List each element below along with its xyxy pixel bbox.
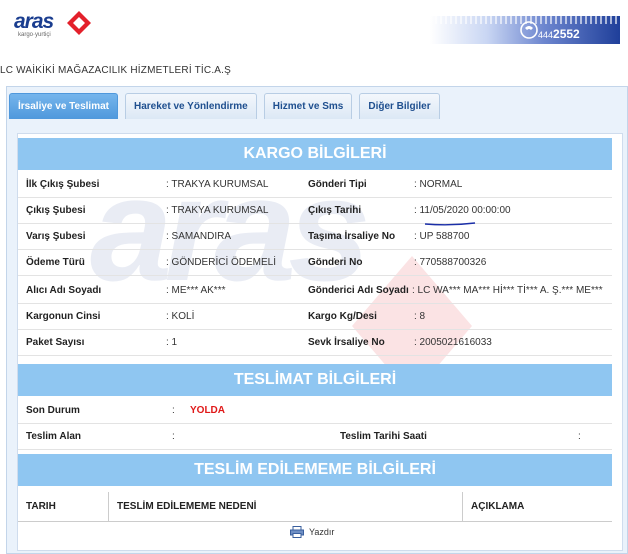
gonderi-no-value: : 770588700326 [414,257,487,268]
son-durum-colon: : [172,405,175,416]
teslim-tarihi-saati-value: : [578,431,581,442]
tab-irsaliye-teslimat[interactable]: İrsaliye ve Teslimat [9,93,118,119]
son-durum-label: Son Durum [26,405,80,416]
edilememe-table-header: TARIH TESLİM EDİLEMEME NEDENİ AÇIKLAMA [18,492,612,522]
cikis-tarihi-label: Çıkış Tarihi [308,205,362,216]
print-label: Yazdır [309,527,335,537]
gonderi-tipi-label: Gönderi Tipi [308,179,367,190]
kargo-kg-desi-label: Kargo Kg/Desi [308,311,377,322]
kargo-row: Paket Sayısı : 1 Sevk İrsaliye No : 2005… [18,330,612,356]
sevk-irsaliye-no-value: : 2005021616033 [414,337,492,348]
logo-subtitle: kargo·yurtiçi [18,32,51,38]
gonderici-adi-value: : LC WA*** MA*** Hİ*** Tİ*** A. Ş.*** ME… [412,285,603,296]
teslimat-row: Son Durum : YOLDA [18,398,612,424]
tab-hizmet-sms[interactable]: Hizmet ve Sms [263,93,353,119]
kargonun-cinsi-value: : KOLİ [166,311,195,322]
company-name: LC WAİKİKİ MAĞAZACILIK HİZMETLERİ TİC.A.… [0,65,232,76]
column-aciklama: AÇIKLAMA [462,492,612,522]
logo-text: aras [14,10,54,33]
varis-subesi-label: Varış Şubesi [26,231,86,242]
odeme-turu-label: Ödeme Türü [26,257,85,268]
logo-mark-icon [67,11,91,35]
gonderi-tipi-value: : NORMAL [414,179,463,190]
phone-banner: 4442552 [430,16,620,44]
kargo-row: İlk Çıkış Şubesi : TRAKYA KURUMSAL Gönde… [18,172,612,198]
teslimat-row: Teslim Alan : Teslim Tarihi Saati : [18,424,612,450]
varis-subesi-value: : SAMANDIRA [166,231,232,242]
cikis-subesi-value: : TRAKYA KURUMSAL [166,205,269,216]
print-button[interactable]: Yazdır [290,526,334,538]
tab-diger-bilgiler[interactable]: Diğer Bilgiler [359,93,440,119]
printer-icon [290,526,304,538]
teslimat-bilgileri-header: TESLİMAT BİLGİLERİ [18,364,612,396]
son-durum-value: YOLDA [190,405,225,416]
paket-sayisi-value: : 1 [166,337,178,348]
teslim-alan-value: : [172,431,175,442]
teslim-tarihi-saati-label: Teslim Tarihi Saati [340,431,427,442]
kargonun-cinsi-label: Kargonun Cinsi [26,311,101,322]
kargo-row: Alıcı Adı Soyadı : ME*** AK*** Gönderici… [18,278,612,304]
kargo-bilgileri-header: KARGO BİLGİLERİ [18,138,612,170]
aras-logo[interactable]: aras kargo·yurtiçi [14,8,104,42]
kargo-row: Kargonun Cinsi : KOLİ Kargo Kg/Desi : 8 [18,304,612,330]
ilk-cikis-subesi-label: İlk Çıkış Şubesi [26,179,100,190]
kargo-row: Çıkış Şubesi : TRAKYA KURUMSAL Çıkış Tar… [18,198,612,224]
phone-number: 4442552 [538,27,580,41]
cikis-subesi-label: Çıkış Şubesi [26,205,86,216]
ilk-cikis-subesi-value: : TRAKYA KURUMSAL [166,179,269,190]
tasima-irsaliye-no-value: : UP 588700 [414,231,470,242]
kargo-row: Varış Şubesi : SAMANDIRA Taşıma İrsaliye… [18,224,612,250]
alici-adi-value: : ME*** AK*** [166,285,226,296]
alici-adi-label: Alıcı Adı Soyadı [26,285,102,296]
column-tarih: TARIH [26,501,56,512]
teslim-edilememe-header: TESLİM EDİLEMEME BİLGİLERİ [18,454,612,486]
gonderici-adi-label: Gönderici Adı Soyadı [308,285,409,296]
column-teslim-edilememe-nedeni: TESLİM EDİLEMEME NEDENİ [108,492,462,522]
tab-hareket-yonlendirme[interactable]: Hareket ve Yönlendirme [124,93,257,119]
teslim-alan-label: Teslim Alan [26,431,82,442]
phone-icon [520,21,538,39]
gonderi-no-label: Gönderi No [308,257,363,268]
paket-sayisi-label: Paket Sayısı [26,337,85,348]
tab-bar: İrsaliye ve Teslimat Hareket ve Yönlendi… [9,93,440,119]
odeme-turu-value: : GÖNDERİCİ ÖDEMELİ [166,257,277,268]
kargo-row: Ödeme Türü : GÖNDERİCİ ÖDEMELİ Gönderi N… [18,250,612,276]
tasima-irsaliye-no-label: Taşıma İrsaliye No [308,231,396,242]
site-header: aras kargo·yurtiçi 4442552 [0,0,628,50]
sevk-irsaliye-no-label: Sevk İrsaliye No [308,337,385,348]
kargo-kg-desi-value: : 8 [414,311,426,322]
